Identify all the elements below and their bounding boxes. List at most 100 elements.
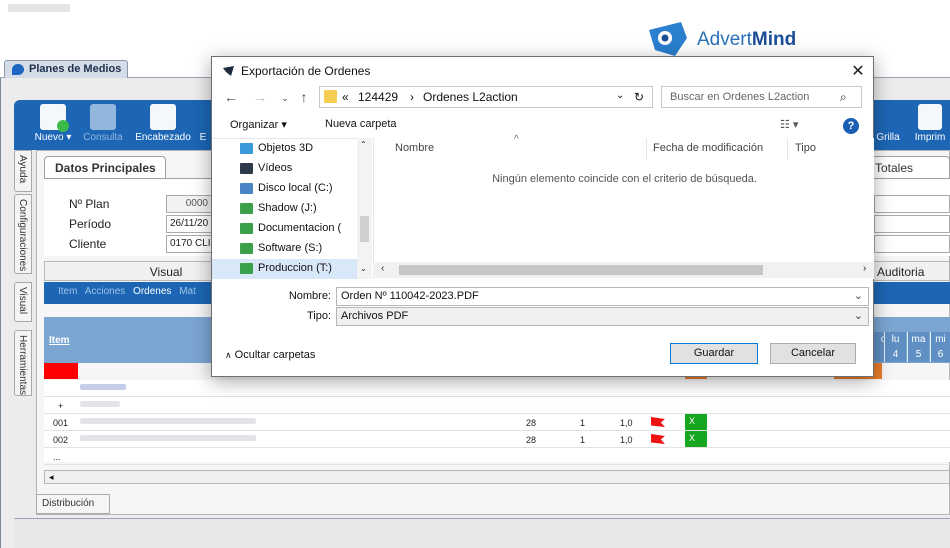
list-horizontal-scrollbar[interactable]: ‹ ›: [373, 262, 874, 278]
table-row[interactable]: ...: [44, 448, 950, 465]
cliente-field[interactable]: 0170 CLI: [166, 235, 212, 253]
tree-item-shadow[interactable]: Shadow (J:): [238, 199, 317, 219]
check-cell[interactable]: X: [685, 414, 707, 430]
side-tab-visual[interactable]: Visual: [14, 282, 32, 322]
network-drive-icon: [240, 243, 253, 254]
forward-arrow-icon[interactable]: →: [251, 89, 269, 105]
tab-totales[interactable]: Totales: [868, 156, 950, 178]
tree-item-documentacion[interactable]: Documentacion (: [238, 219, 341, 239]
print-icon: [918, 104, 942, 130]
tree-item-disco-local[interactable]: Disco local (C:): [238, 179, 333, 199]
periodo-label: Período: [69, 217, 112, 231]
side-tab-ayuda[interactable]: Ayuda: [14, 150, 32, 192]
day-col-lu: lu 4: [884, 332, 906, 362]
e-button[interactable]: E: [194, 104, 212, 148]
day-col-mi: mi 6: [930, 332, 950, 362]
organize-menu[interactable]: Organizar ▾: [230, 118, 287, 131]
address-bar[interactable]: « 124429 › Ordenes L2action ⌄ ↻: [319, 86, 653, 108]
hide-folders-toggle[interactable]: ∧ Ocultar carpetas: [225, 349, 315, 361]
network-drive-icon: [240, 263, 253, 274]
tree-item-objetos-3d[interactable]: Objetos 3D: [238, 139, 313, 159]
table-row[interactable]: [44, 380, 950, 397]
breadcrumb-124429[interactable]: 124429: [358, 90, 398, 104]
view-options-icon[interactable]: ☷ ▾: [780, 118, 798, 131]
save-button[interactable]: Guardar: [670, 343, 758, 364]
totales-field-1: [874, 195, 950, 213]
side-tab-herramientas[interactable]: Herramientas: [14, 330, 32, 396]
item-column-header[interactable]: Item: [49, 335, 70, 346]
up-arrow-icon[interactable]: ↑: [295, 89, 313, 105]
export-dialog: Exportación de Ordenes ✕ ← → ⌄ ↑ « 12442…: [211, 56, 874, 377]
chevron-down-icon[interactable]: ⌄: [616, 90, 624, 101]
recent-chevron-icon[interactable]: ⌄: [276, 93, 294, 104]
cliente-label: Cliente: [69, 237, 107, 251]
cancel-button[interactable]: Cancelar: [770, 343, 856, 364]
nuevo-button[interactable]: Nuevo ▾: [28, 104, 78, 148]
tree-vertical-scrollbar[interactable]: ⌃ ⌄: [357, 138, 372, 279]
tab-distribucion[interactable]: Distribución: [36, 494, 110, 514]
filetype-label: Tipo:: [306, 310, 331, 322]
tab-planes-de-medios[interactable]: Planes de Medios: [4, 60, 128, 78]
column-fecha[interactable]: Fecha de modificación: [653, 142, 763, 154]
app-title-blurred: [8, 4, 70, 12]
consulta-button[interactable]: Consulta: [78, 104, 128, 148]
back-arrow-icon[interactable]: ←: [222, 89, 240, 105]
toolbar-acciones[interactable]: Acciones: [85, 286, 126, 297]
filetype-select[interactable]: Archivos PDF ⌄: [336, 307, 869, 326]
breadcrumb-overflow[interactable]: «: [342, 90, 349, 104]
scroll-left-icon: ‹: [381, 263, 385, 274]
breadcrumb-ordenes-l2action[interactable]: Ordenes L2action: [423, 90, 518, 104]
toolbar-ordenes[interactable]: Ordenes: [133, 286, 171, 297]
scroll-thumb: [360, 216, 369, 242]
filename-label: Nombre:: [288, 290, 331, 302]
search-icon: ⌕: [840, 90, 847, 104]
tree-item-videos[interactable]: Vídeos: [238, 159, 292, 179]
check-cell[interactable]: X: [685, 431, 707, 447]
periodo-field[interactable]: 26/11/20: [166, 215, 212, 233]
search-input[interactable]: Buscar en Ordenes L2action: [661, 86, 862, 108]
red-flag-icon: [651, 417, 665, 427]
app-icon: [223, 66, 234, 76]
nro-plan-field[interactable]: 0000: [166, 195, 212, 213]
toolbar-item[interactable]: Item: [58, 286, 77, 297]
filename-input[interactable]: Orden Nº 110042-2023.PDF ⌄: [336, 287, 869, 306]
bottom-bar: [14, 518, 950, 548]
tab-datos-principales[interactable]: Datos Principales: [44, 156, 166, 178]
totales-field-2: [874, 215, 950, 233]
chevron-up-icon: ∧: [225, 350, 232, 360]
column-nombre[interactable]: Nombre: [395, 142, 434, 154]
local-disk-icon: [240, 183, 253, 194]
day-col-ma: ma 5: [907, 332, 929, 362]
scroll-thumb: [399, 265, 763, 275]
network-drive-icon: [240, 223, 253, 234]
new-folder-button[interactable]: Nueva carpeta: [325, 118, 397, 130]
objects-3d-icon: [240, 143, 253, 154]
column-tipo[interactable]: Tipo: [795, 142, 816, 154]
file-list: Nombre ^ Fecha de modificación Tipo Ning…: [373, 134, 874, 279]
breadcrumb-separator: ›: [410, 90, 414, 104]
tree-item-software[interactable]: Software (S:): [238, 239, 322, 259]
section-auditoria[interactable]: Auditoria: [868, 261, 950, 281]
tree-item-produccion[interactable]: Produccion (T:): [212, 259, 362, 279]
grid-horizontal-scrollbar[interactable]: ◂: [44, 470, 950, 484]
grid-red-cell: [44, 363, 78, 379]
grid-rows: + 001 28 1 1,0 X 002 28 1 1,0 X ...: [44, 380, 950, 465]
scroll-up-icon: ⌃: [360, 140, 367, 149]
totales-field-3: [874, 235, 950, 253]
encabezado-button[interactable]: Encabezado: [132, 104, 194, 148]
dialog-title: Exportación de Ordenes: [222, 64, 370, 78]
planes-icon: [12, 64, 24, 75]
refresh-icon[interactable]: ↻: [634, 90, 644, 104]
videos-icon: [240, 163, 253, 174]
table-row[interactable]: +: [44, 397, 950, 414]
table-row[interactable]: 001 28 1 1,0 X: [44, 414, 950, 431]
table-row[interactable]: 002 28 1 1,0 X: [44, 431, 950, 448]
toolbar-mat[interactable]: Mat: [179, 286, 196, 297]
brand-name: AdvertMind: [697, 29, 797, 50]
help-icon[interactable]: ?: [843, 118, 859, 134]
imprimir-button[interactable]: Imprim: [910, 104, 950, 148]
scroll-left-icon[interactable]: ◂: [49, 472, 54, 483]
close-button[interactable]: ✕: [848, 61, 868, 80]
network-drive-icon: [240, 203, 253, 214]
side-tab-configuraciones[interactable]: Configuraciones: [14, 194, 32, 274]
